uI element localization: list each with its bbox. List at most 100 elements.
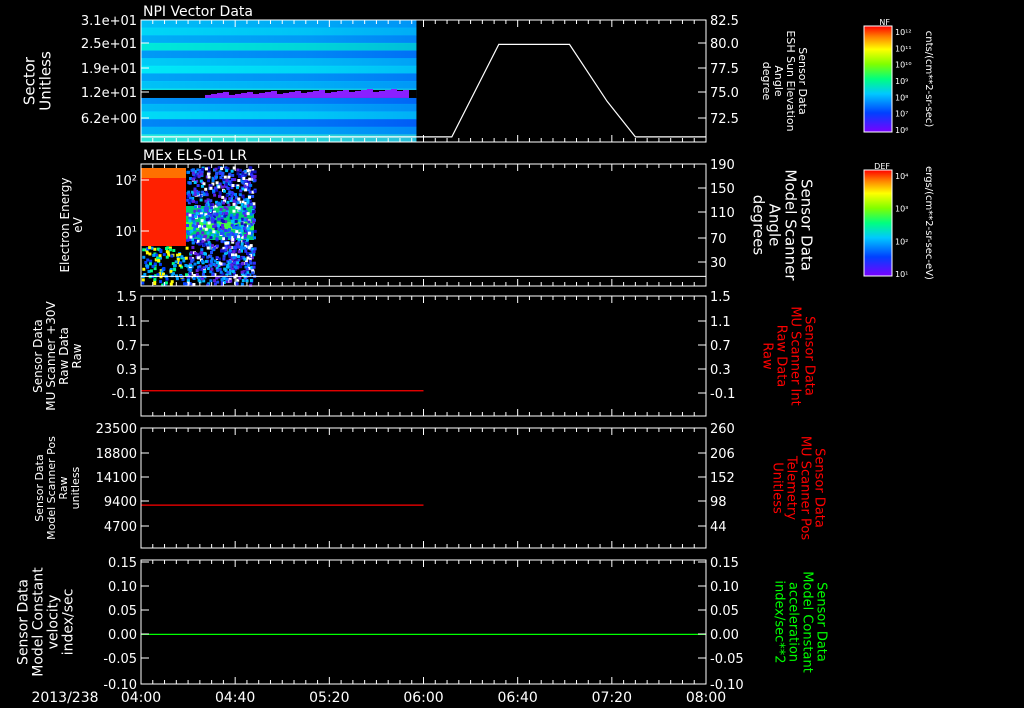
els-speckle (207, 175, 211, 179)
els-speckle (246, 256, 250, 260)
els-speckle (191, 168, 195, 172)
npi-speckle (241, 92, 247, 98)
els-speckle (200, 248, 204, 252)
right-axis-label: index/sec**2 (772, 580, 787, 663)
els-speckle (228, 253, 232, 257)
els-speckle (204, 187, 208, 191)
els-speckle (248, 186, 251, 190)
els-speckle (193, 181, 197, 184)
els-speckle (199, 227, 203, 231)
right-axis-label: MU Scanner Int (788, 306, 803, 405)
els-speckle (253, 229, 257, 233)
colorbar-tick-label: 10⁶ (895, 126, 908, 135)
els-speckle (241, 195, 245, 199)
els-speckle (223, 175, 227, 179)
els-speckle (191, 224, 195, 228)
right-tick-label: 0.7 (710, 339, 731, 354)
els-speckle (252, 205, 256, 209)
left-axis-label: Sensor Data (16, 579, 32, 665)
els-speckle (231, 238, 235, 242)
left-axis-label: unitless (69, 466, 82, 509)
right-tick-label: 0.10 (710, 580, 739, 595)
els-speckle (220, 278, 224, 282)
els-speckle (201, 231, 205, 235)
els-speckle (238, 219, 242, 223)
els-speckle (207, 179, 210, 183)
els-speckle (243, 246, 247, 250)
els-speckle (234, 233, 238, 236)
right-tick-label: 206 (710, 447, 735, 462)
els-speckle (195, 200, 198, 204)
els-speckle (213, 193, 217, 197)
right-tick-label: 152 (710, 471, 735, 486)
left-tick-label: 14100 (96, 471, 137, 486)
els-speckle (193, 227, 196, 231)
els-speckle (237, 238, 241, 242)
els-speckle (221, 249, 225, 253)
els-speckle (195, 269, 199, 273)
els-speckle (213, 212, 217, 216)
els-speckle (235, 213, 239, 217)
left-tick-label: 2.5e+01 (81, 37, 137, 52)
npi-speckle (403, 89, 409, 98)
els-speckle (248, 195, 251, 199)
right-tick-label: 98 (710, 495, 727, 510)
left-axis-label: Raw Data (57, 327, 71, 385)
els-speckle (221, 185, 224, 189)
els-speckle (243, 257, 247, 261)
els-speckle (191, 217, 195, 221)
els-low-speckle (152, 253, 156, 257)
right-axis-label: Model Constant (800, 571, 815, 673)
npi-speckle (361, 89, 367, 98)
els-speckle (209, 279, 213, 283)
els-speckle (200, 277, 204, 281)
els-speckle (225, 207, 229, 211)
els-speckle (194, 205, 197, 209)
els-low-speckle (157, 259, 161, 263)
left-tick-label: 10¹ (115, 225, 137, 240)
right-tick-label: 44 (710, 520, 727, 535)
left-tick-label: 23500 (96, 422, 137, 437)
right-tick-label: 80.0 (710, 37, 739, 52)
els-low-speckle (153, 282, 157, 285)
npi-speckle (235, 93, 241, 98)
left-tick-label: 0.10 (108, 580, 137, 595)
left-axis-label: Sensor Data (31, 319, 45, 393)
els-speckle (186, 224, 189, 227)
els-speckle (246, 212, 250, 216)
els-low-speckle (156, 247, 160, 251)
els-speckle (191, 214, 195, 217)
els-speckle (223, 214, 227, 218)
els-speckle (196, 222, 200, 226)
els-speckle (234, 219, 238, 223)
els-speckle (232, 256, 236, 260)
els-speckle (209, 264, 213, 268)
right-axis-label: Raw Data (774, 325, 789, 388)
left-tick-label: 1.5 (116, 290, 137, 305)
els-speckle (206, 172, 210, 176)
els-speckle (237, 235, 241, 239)
colorbar-tick-label: 10³ (895, 205, 908, 214)
time-tick-label: 07:20 (592, 690, 632, 706)
els-speckle (225, 211, 228, 215)
els-speckle (203, 270, 207, 273)
right-tick-label: 70 (710, 232, 727, 247)
els-speckle (220, 219, 224, 222)
els-speckle (200, 219, 204, 223)
left-axis-label: Electron Energy (58, 177, 72, 272)
time-tick-label: 06:00 (403, 690, 443, 706)
els-speckle (236, 261, 240, 265)
left-axis-label: index/sec (61, 589, 77, 656)
els-speckle (209, 186, 213, 190)
els-speckle (192, 277, 196, 280)
els-speckle (216, 233, 220, 237)
els-speckle (246, 242, 250, 246)
els-speckle (209, 254, 213, 258)
els-speckle (232, 250, 236, 254)
els-speckle (237, 245, 241, 249)
els-low-speckle (184, 264, 188, 267)
els-speckle (217, 217, 221, 221)
els-speckle (232, 216, 236, 220)
time-tick-label: 04:40 (215, 690, 255, 706)
els-speckle (215, 175, 218, 179)
